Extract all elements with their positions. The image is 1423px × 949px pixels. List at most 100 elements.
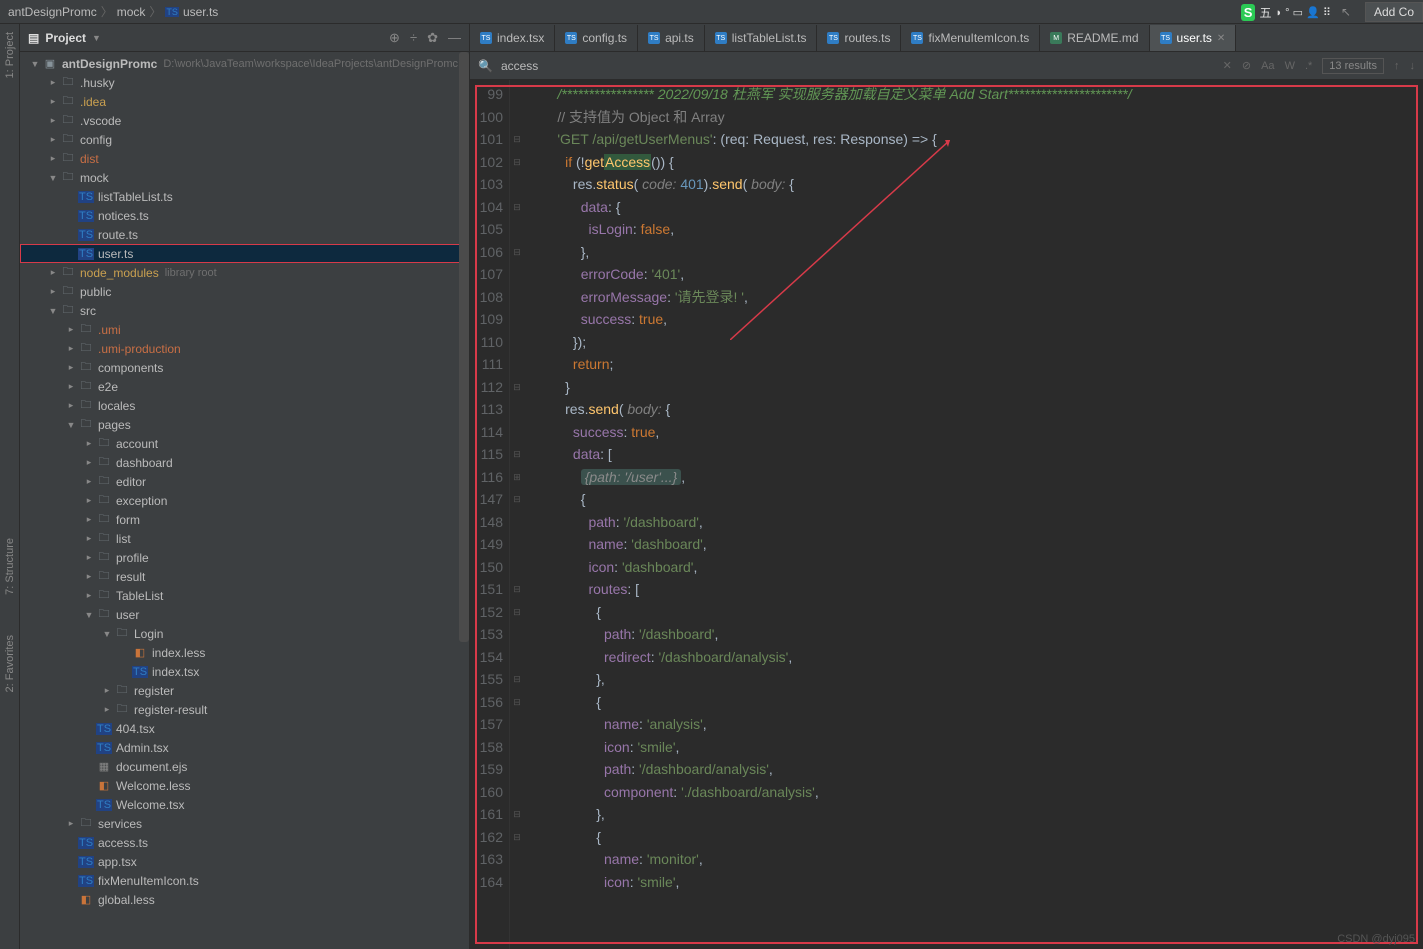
tree-item-Welcome-tsx[interactable]: TSWelcome.tsx [20, 795, 469, 814]
search-bar: 🔍 ✕ ⊘ Aa W .* 13 results ↑ ↓ [470, 52, 1423, 80]
tree-item-e2e[interactable]: ▸🗀e2e [20, 377, 469, 396]
tab-README-md[interactable]: MREADME.md [1040, 25, 1149, 51]
match-case-icon[interactable]: Aa [1261, 60, 1274, 72]
tree-item-node_modules[interactable]: ▸🗀node_modules library root [20, 263, 469, 282]
search-input[interactable] [501, 59, 1215, 73]
tab-user-ts[interactable]: TSuser.ts✕ [1150, 25, 1237, 51]
tree-item-account[interactable]: ▸🗀account [20, 434, 469, 453]
tree-item-fixMenuItemIcon-ts[interactable]: TSfixMenuItemIcon.ts [20, 871, 469, 890]
tree-item-locales[interactable]: ▸🗀locales [20, 396, 469, 415]
tree-item-profile[interactable]: ▸🗀profile [20, 548, 469, 567]
line-gutter[interactable]: 9910010110210310410510610710810911011111… [470, 80, 510, 949]
chevron-right-icon: 〉 [149, 3, 161, 20]
tree-item--umi-production[interactable]: ▸🗀.umi-production [20, 339, 469, 358]
tree-item-Admin-tsx[interactable]: TSAdmin.tsx [20, 738, 469, 757]
chevron-right-icon: 〉 [101, 3, 113, 20]
tree-item--idea[interactable]: ▸🗀.idea [20, 92, 469, 111]
tree-item-result[interactable]: ▸🗀result [20, 567, 469, 586]
project-panel: ▤ Project ▼ ⊕ ÷ ✿ — ▼▣antDesignPromcD:\w… [20, 24, 470, 949]
tree-item-register-result[interactable]: ▸🗀register-result [20, 700, 469, 719]
tree-item-register[interactable]: ▸🗀register [20, 681, 469, 700]
filter-icon[interactable]: ⊘ [1242, 59, 1251, 72]
breadcrumb[interactable]: antDesignPromc 〉 mock 〉 TS user.ts [8, 3, 218, 20]
tree-item-listTableList-ts[interactable]: TSlistTableList.ts [20, 187, 469, 206]
breadcrumb-folder[interactable]: mock [117, 5, 146, 19]
search-icon: 🔍 [478, 59, 493, 73]
tree-item-index-less[interactable]: ◧index.less [20, 643, 469, 662]
breadcrumb-project[interactable]: antDesignPromc [8, 5, 97, 19]
project-header: ▤ Project ▼ ⊕ ÷ ✿ — [20, 24, 469, 52]
tree-item-global-less[interactable]: ◧global.less [20, 890, 469, 909]
tree-item-access-ts[interactable]: TSaccess.ts [20, 833, 469, 852]
tab-routes-ts[interactable]: TSroutes.ts [817, 25, 901, 51]
back-arrow-icon[interactable]: ↖ [1341, 5, 1351, 19]
tab-fixMenuItemIcon-ts[interactable]: TSfixMenuItemIcon.ts [901, 25, 1040, 51]
tree-item-index-tsx[interactable]: TSindex.tsx [20, 662, 469, 681]
project-title[interactable]: ▤ Project ▼ [28, 31, 101, 45]
tool-project[interactable]: 1: Project [4, 32, 16, 78]
tree-item-mock[interactable]: ▼🗀mock [20, 168, 469, 187]
ime-mode[interactable]: 五 [1259, 4, 1271, 21]
tree-item--husky[interactable]: ▸🗀.husky [20, 73, 469, 92]
close-search-icon[interactable]: ✕ [1223, 59, 1232, 72]
next-match-icon[interactable]: ↓ [1410, 60, 1416, 72]
tool-favorites[interactable]: 2: Favorites [4, 635, 16, 692]
tree-item-user-ts[interactable]: TSuser.ts [20, 244, 469, 263]
tree-item-pages[interactable]: ▼🗀pages [20, 415, 469, 434]
regex-icon[interactable]: .* [1305, 60, 1312, 72]
tree-item-dist[interactable]: ▸🗀dist [20, 149, 469, 168]
tree-item-route-ts[interactable]: TSroute.ts [20, 225, 469, 244]
ime-status-icons[interactable]: ◗ ° ▭ 👤 ⠿ [1275, 6, 1330, 19]
tree-root[interactable]: ▼▣antDesignPromcD:\work\JavaTeam\workspa… [20, 54, 469, 73]
tree-item-config[interactable]: ▸🗀config [20, 130, 469, 149]
tree-item-dashboard[interactable]: ▸🗀dashboard [20, 453, 469, 472]
tree-item-form[interactable]: ▸🗀form [20, 510, 469, 529]
tab-api-ts[interactable]: TSapi.ts [638, 25, 705, 51]
tree-item-editor[interactable]: ▸🗀editor [20, 472, 469, 491]
watermark: CSDN @dyj095 [1337, 933, 1415, 945]
breadcrumb-file[interactable]: user.ts [183, 5, 218, 19]
tree-item-notices-ts[interactable]: TSnotices.ts [20, 206, 469, 225]
tab-listTableList-ts[interactable]: TSlistTableList.ts [705, 25, 818, 51]
words-icon[interactable]: W [1285, 60, 1295, 72]
search-tools: ✕ ⊘ Aa W .* 13 results ↑ ↓ [1223, 58, 1415, 74]
tree-scrollbar[interactable] [459, 52, 469, 642]
breadcrumb-bar: antDesignPromc 〉 mock 〉 TS user.ts S 五 ◗… [0, 0, 1423, 24]
tree-item--umi[interactable]: ▸🗀.umi [20, 320, 469, 339]
prev-match-icon[interactable]: ↑ [1394, 60, 1400, 72]
tree-item-list[interactable]: ▸🗀list [20, 529, 469, 548]
ime-badge[interactable]: S [1241, 4, 1256, 21]
code-source[interactable]: /***************** 2022/09/18 杜燕军 实现服务器加… [524, 80, 1423, 949]
tool-structure[interactable]: 7: Structure [4, 538, 16, 595]
fold-column[interactable]: ⊟⊟⊟⊟⊟⊟⊞⊟⊟⊟⊟⊟⊟⊟ [510, 80, 524, 949]
editor-area: TSindex.tsxTSconfig.tsTSapi.tsTSlistTabl… [470, 24, 1423, 949]
collapse-icon[interactable]: — [448, 30, 461, 46]
tab-config-ts[interactable]: TSconfig.ts [555, 25, 638, 51]
tree-item-404-tsx[interactable]: TS404.tsx [20, 719, 469, 738]
ts-file-icon: TS [165, 7, 179, 17]
expand-icon[interactable]: ÷ [410, 30, 417, 46]
results-count: 13 results [1322, 58, 1384, 74]
tree-item--vscode[interactable]: ▸🗀.vscode [20, 111, 469, 130]
settings-icon[interactable]: ✿ [427, 30, 438, 46]
project-tree[interactable]: ▼▣antDesignPromcD:\work\JavaTeam\workspa… [20, 52, 469, 949]
tree-item-services[interactable]: ▸🗀services [20, 814, 469, 833]
tree-item-TableList[interactable]: ▸🗀TableList [20, 586, 469, 605]
left-tool-gutter: 1: Project 7: Structure 2: Favorites [0, 24, 20, 949]
code-editor[interactable]: 9910010110210310410510610710810911011111… [470, 80, 1423, 949]
tab-index-tsx[interactable]: TSindex.tsx [470, 25, 555, 51]
tree-item-user[interactable]: ▼🗀user [20, 605, 469, 624]
project-icon: ▤ [28, 31, 39, 45]
select-file-icon[interactable]: ⊕ [389, 30, 400, 46]
tree-item-exception[interactable]: ▸🗀exception [20, 491, 469, 510]
tree-item-src[interactable]: ▼🗀src [20, 301, 469, 320]
tree-item-app-tsx[interactable]: TSapp.tsx [20, 852, 469, 871]
tree-item-public[interactable]: ▸🗀public [20, 282, 469, 301]
add-config-button[interactable]: Add Co [1365, 2, 1423, 22]
tree-item-document-ejs[interactable]: ▦document.ejs [20, 757, 469, 776]
tree-item-components[interactable]: ▸🗀components [20, 358, 469, 377]
top-right-tools: S 五 ◗ ° ▭ 👤 ⠿ ↖ Add Co [1241, 0, 1423, 24]
tree-item-Welcome-less[interactable]: ◧Welcome.less [20, 776, 469, 795]
chevron-down-icon: ▼ [92, 33, 101, 43]
tree-item-Login[interactable]: ▼🗀Login [20, 624, 469, 643]
